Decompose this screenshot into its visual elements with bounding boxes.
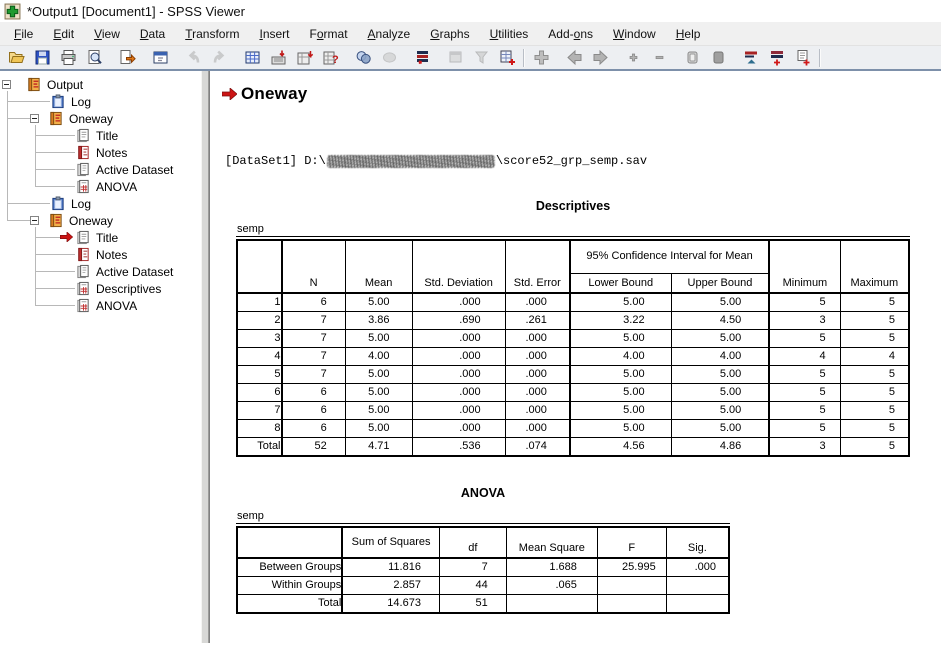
collapse-expander[interactable]	[30, 216, 39, 225]
current-item-arrow-icon	[60, 232, 73, 242]
notes-icon	[75, 145, 91, 160]
goto-designated-icon[interactable]	[528, 47, 554, 68]
save-icon[interactable]	[29, 47, 55, 68]
redacted-path-scribble	[327, 155, 495, 168]
outline-item-title-2-current[interactable]: Title	[0, 229, 201, 246]
collapse-expander[interactable]	[30, 114, 39, 123]
export-icon[interactable]	[114, 47, 140, 68]
pivot-table-icon	[75, 179, 91, 194]
goto-case-icon[interactable]	[265, 47, 291, 68]
title-page-icon	[75, 128, 91, 143]
promote-outline-icon[interactable]	[561, 47, 587, 68]
anova-table[interactable]: Sum of Squares df Mean Square F Sig. Bet…	[236, 526, 730, 614]
goto-variable-icon[interactable]	[291, 47, 317, 68]
menu-edit[interactable]: Edit	[43, 24, 84, 44]
active-dataset-icon	[75, 162, 91, 177]
show-outline-icon[interactable]	[679, 47, 705, 68]
menu-utilities[interactable]: Utilities	[480, 24, 539, 44]
menu-addons[interactable]: Add-ons	[538, 24, 603, 44]
log-icon	[50, 196, 66, 211]
output-book-icon	[26, 77, 42, 92]
window-title: *Output1 [Document1] - SPSS Viewer	[27, 4, 245, 19]
menu-transform[interactable]: Transform	[175, 24, 249, 44]
menu-view[interactable]: View	[84, 24, 130, 44]
find-icon[interactable]	[350, 47, 376, 68]
insert-heading-icon[interactable]	[738, 47, 764, 68]
anova-section: ANOVA semp Sum of Squares df Mean Square…	[236, 486, 730, 614]
current-item-arrow-icon	[222, 88, 237, 100]
menu-graphs[interactable]: Graphs	[420, 24, 479, 44]
designated-window-icon[interactable]	[442, 47, 468, 68]
outline-item-active-dataset-2[interactable]: Active Dataset	[0, 263, 201, 280]
collapse-outline-icon[interactable]	[646, 47, 672, 68]
pane-splitter[interactable]	[201, 71, 209, 643]
insert-title-icon[interactable]	[764, 47, 790, 68]
outline-item-descriptives[interactable]: Descriptives	[0, 280, 201, 297]
menu-insert[interactable]: Insert	[249, 24, 299, 44]
anova-title: ANOVA	[236, 486, 730, 500]
pivot-table-icon	[75, 281, 91, 296]
outline-item-log-1[interactable]: Log	[0, 93, 201, 110]
goto-data-icon[interactable]	[239, 47, 265, 68]
outline-item-active-dataset-1[interactable]: Active Dataset	[0, 161, 201, 178]
title-page-icon	[75, 230, 91, 245]
toolbar-separator	[523, 49, 525, 67]
descriptives-section: Descriptives semp N Mean Std. Deviation …	[236, 199, 910, 457]
recall-dialogs-icon[interactable]	[147, 47, 173, 68]
descriptives-layer-label: semp	[236, 223, 910, 237]
menu-analyze[interactable]: Analyze	[358, 24, 421, 44]
pivot-table-icon	[75, 298, 91, 313]
outline-item-anova-1[interactable]: ANOVA	[0, 178, 201, 195]
active-dataset-icon	[75, 264, 91, 279]
find-next-icon[interactable]	[376, 47, 402, 68]
undo-icon[interactable]	[180, 47, 206, 68]
collapse-expander[interactable]	[2, 80, 11, 89]
oneway-book-icon	[48, 111, 64, 126]
redo-icon[interactable]	[206, 47, 232, 68]
menu-format[interactable]: Format	[300, 24, 358, 44]
outline-item-oneway-2[interactable]: Oneway	[0, 212, 201, 229]
descriptives-table[interactable]: N Mean Std. Deviation Std. Error 95% Con…	[236, 239, 910, 457]
outline-item-oneway-1[interactable]: Oneway	[0, 110, 201, 127]
toolbar	[0, 46, 941, 71]
outline-item-notes-1[interactable]: Notes	[0, 144, 201, 161]
notes-icon	[75, 247, 91, 262]
dataset-log-line: [DataSet1] D:\\score52_grp_semp.sav	[225, 154, 941, 168]
print-icon[interactable]	[55, 47, 81, 68]
menu-window[interactable]: Window	[603, 24, 666, 44]
outline-item-anova-2[interactable]: ANOVA	[0, 297, 201, 314]
spss-viewer-app-icon	[4, 3, 21, 20]
menu-data[interactable]: Data	[130, 24, 175, 44]
menu-help[interactable]: Help	[666, 24, 711, 44]
descriptives-title: Descriptives	[236, 199, 910, 213]
select-last-output-icon[interactable]	[409, 47, 435, 68]
menu-bar: File Edit View Data Transform Insert For…	[0, 22, 941, 46]
outline-item-output[interactable]: Output	[0, 76, 201, 93]
demote-outline-icon[interactable]	[587, 47, 613, 68]
print-preview-icon[interactable]	[81, 47, 107, 68]
open-icon[interactable]	[3, 47, 29, 68]
log-icon	[50, 94, 66, 109]
outline-item-notes-2[interactable]: Notes	[0, 246, 201, 263]
outline-item-log-2[interactable]: Log	[0, 195, 201, 212]
menu-file[interactable]: File	[4, 24, 43, 44]
oneway-book-icon	[48, 213, 64, 228]
output-content-pane: Oneway [DataSet1] D:\\score52_grp_semp.s…	[209, 71, 941, 643]
outline-pane: Output Log Oneway Title Notes Active Dat…	[0, 71, 201, 643]
use-sets-icon[interactable]	[468, 47, 494, 68]
outline-item-title-1[interactable]: Title	[0, 127, 201, 144]
hide-outline-icon[interactable]	[705, 47, 731, 68]
expand-outline-icon[interactable]	[620, 47, 646, 68]
output-heading: Oneway	[241, 84, 307, 104]
insert-cases-icon[interactable]	[494, 47, 520, 68]
title-bar: *Output1 [Document1] - SPSS Viewer	[0, 0, 941, 22]
anova-layer-label: semp	[236, 510, 730, 524]
variables-icon[interactable]	[317, 47, 343, 68]
insert-text-icon[interactable]	[790, 47, 816, 68]
toolbar-separator	[819, 49, 821, 67]
